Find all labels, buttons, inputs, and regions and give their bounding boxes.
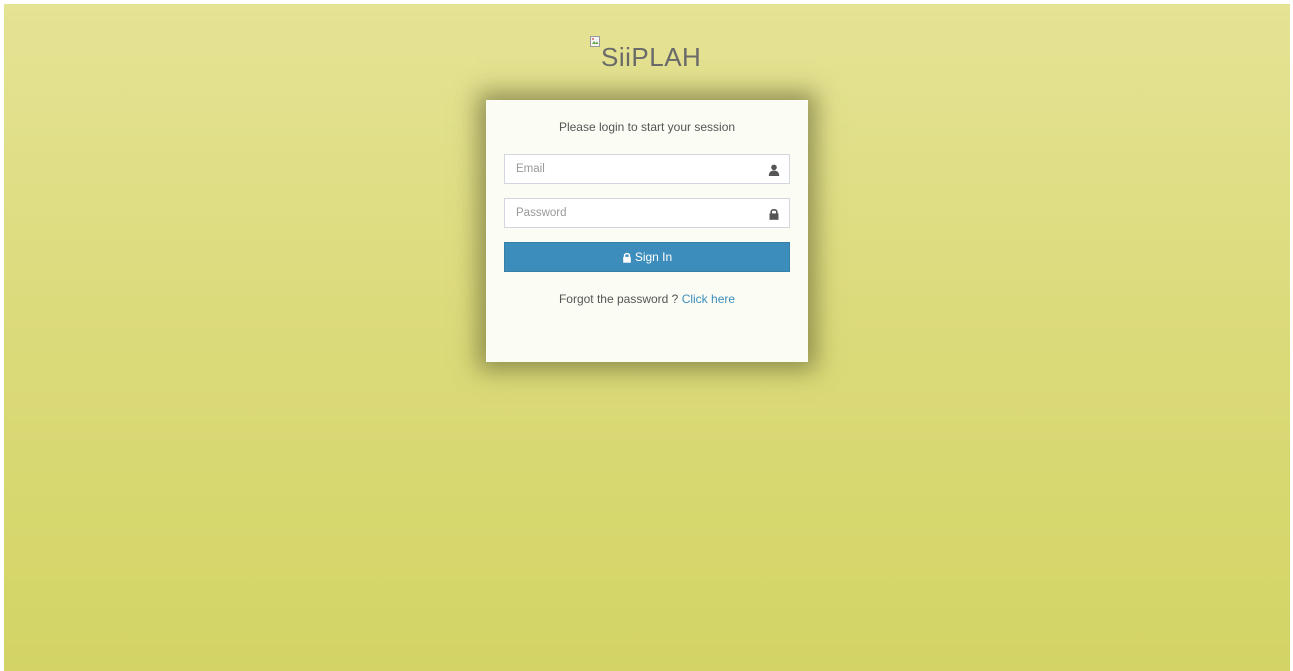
lock-icon <box>768 207 780 220</box>
forgot-password-link[interactable]: Click here <box>682 292 735 306</box>
lock-icon <box>622 252 632 263</box>
forgot-password-text: Forgot the password ? <box>558 292 679 306</box>
password-field[interactable] <box>504 198 790 228</box>
login-box-message: Please login to start your session <box>558 120 736 134</box>
logo: SiiPLAH <box>590 34 701 70</box>
page-background: SiiPLAH Please login to start your sessi… <box>4 4 1290 671</box>
logo-alt-text: SiiPLAH <box>601 42 702 72</box>
user-icon <box>768 163 780 176</box>
email-field[interactable] <box>504 154 790 184</box>
password-input[interactable] <box>505 199 766 227</box>
forgot-password: Forgot the password ? Click here <box>486 292 808 306</box>
email-input[interactable] <box>505 155 766 183</box>
broken-image-icon <box>590 36 600 47</box>
login-box: Please login to start your session Email… <box>486 100 808 362</box>
sign-in-button[interactable]: Sign In <box>504 242 790 272</box>
sign-in-label: Sign In <box>634 250 673 264</box>
